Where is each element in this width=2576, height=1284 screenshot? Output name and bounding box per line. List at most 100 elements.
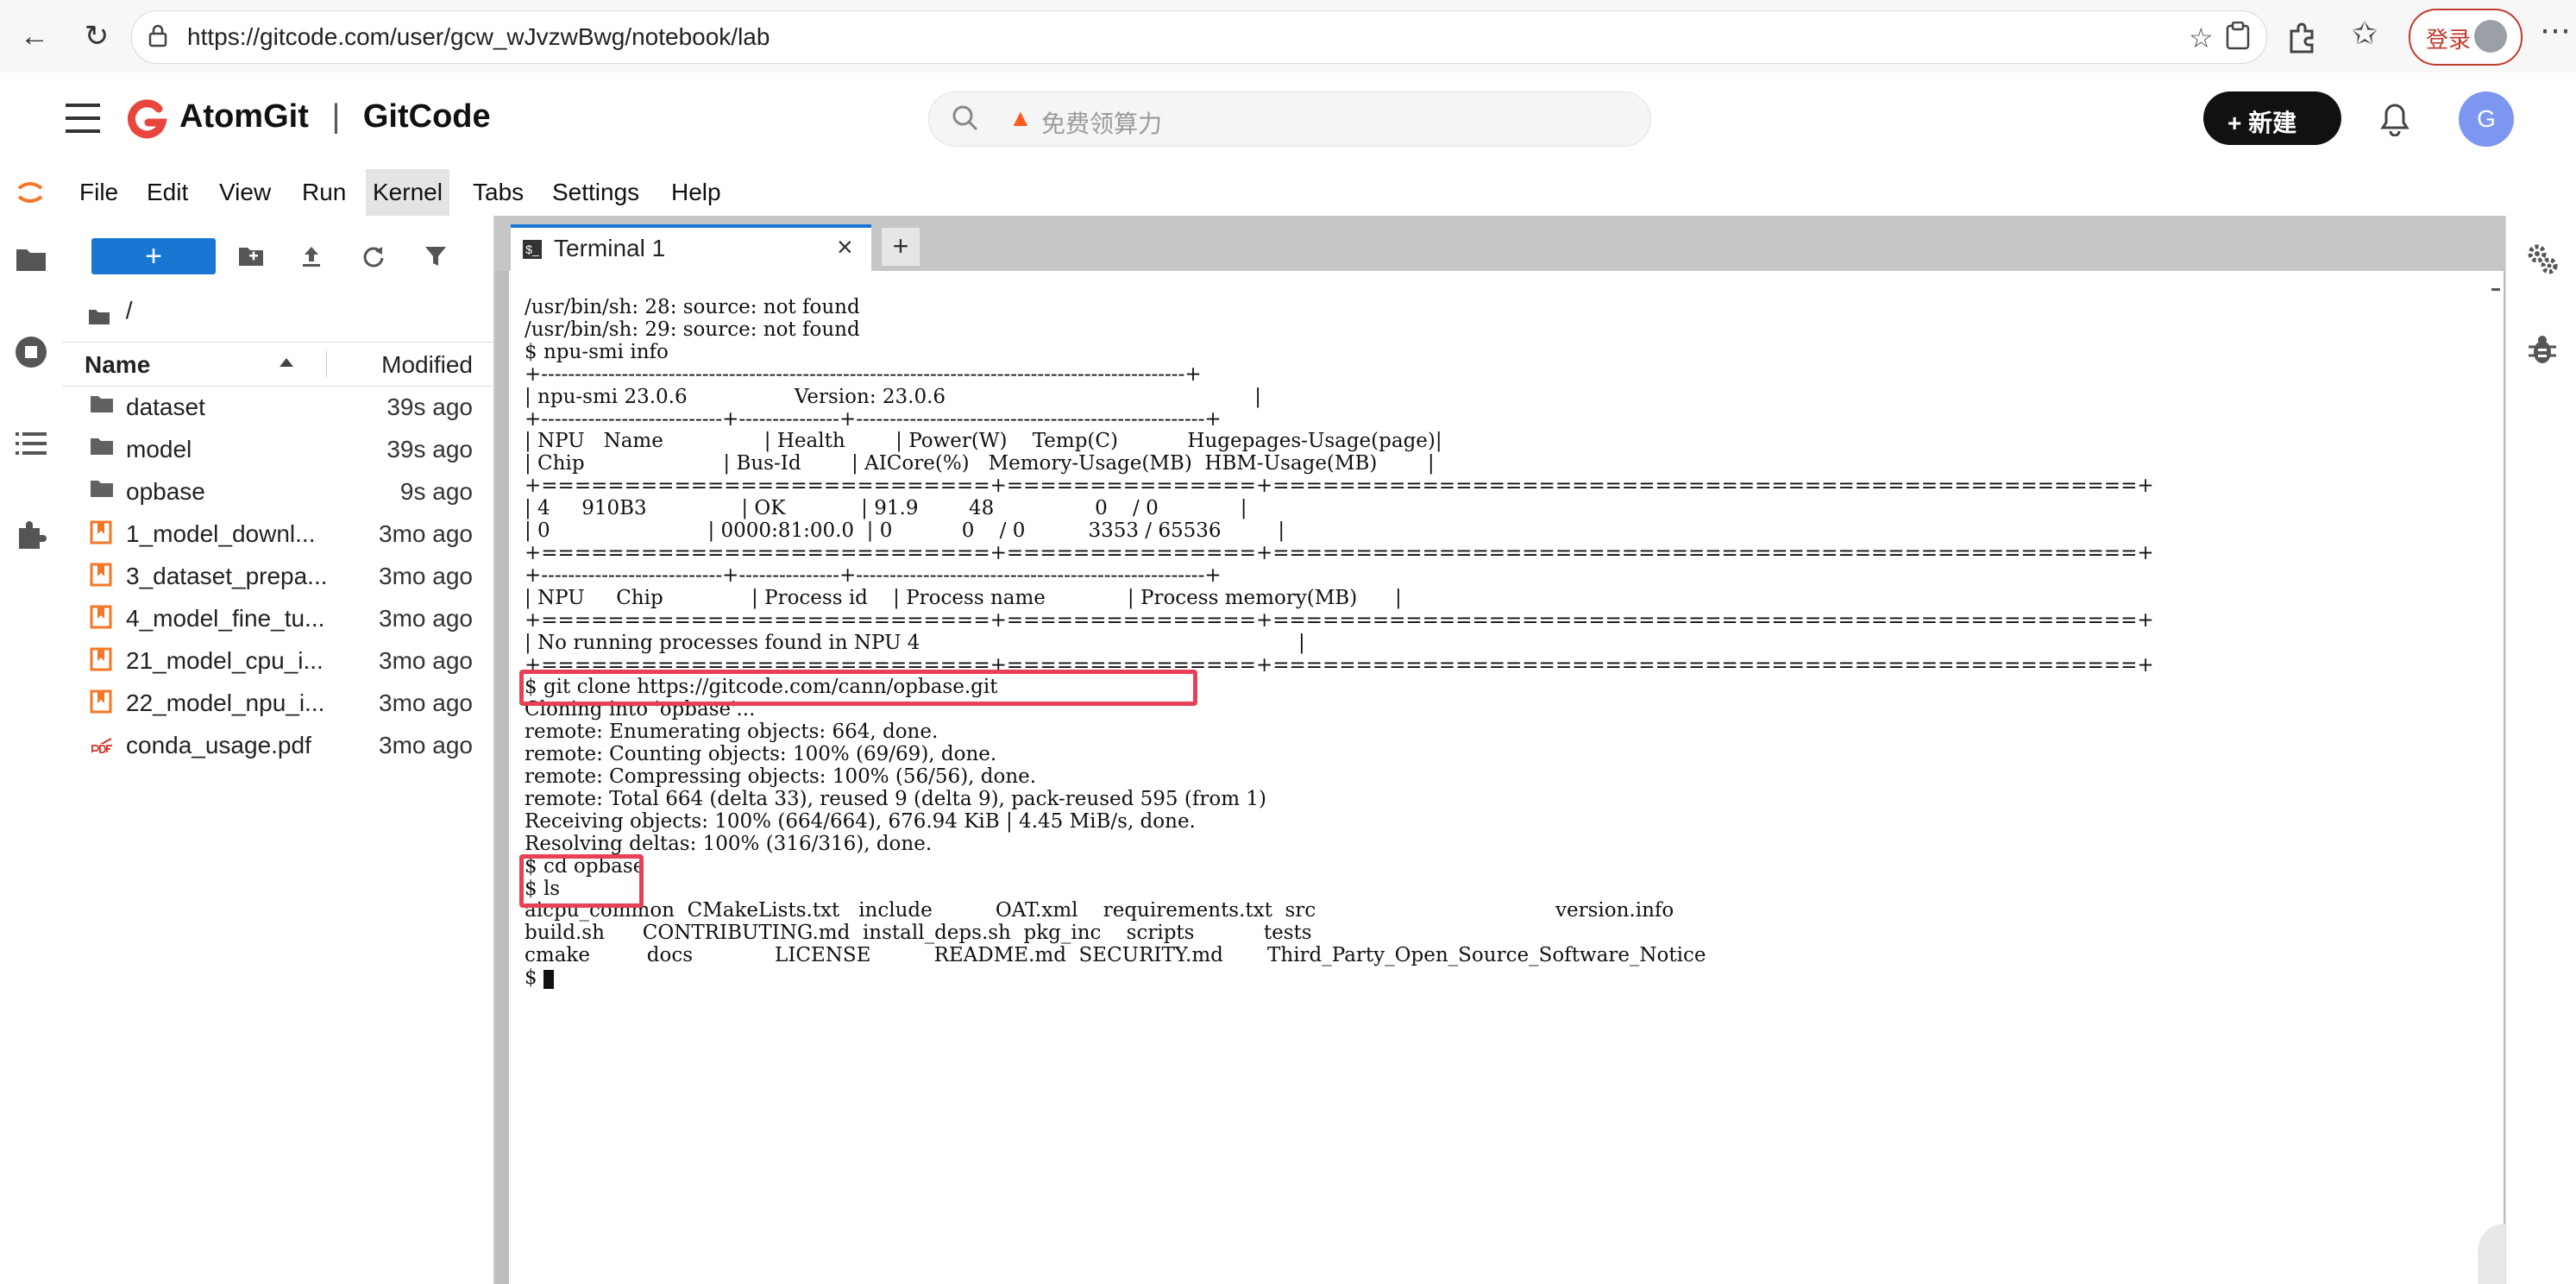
file-modified: 3mo ago <box>379 605 473 632</box>
notebook-icon <box>90 520 114 544</box>
debugger-bug-icon[interactable] <box>2527 333 2558 368</box>
column-name-header[interactable]: Name <box>85 351 150 379</box>
menu-edit[interactable]: Edit <box>140 169 195 216</box>
extensions-puzzle-icon[interactable] <box>14 518 48 552</box>
new-button[interactable]: + 新建 <box>2203 91 2341 145</box>
folder-icon[interactable] <box>14 242 48 276</box>
file-name: dataset <box>126 393 205 420</box>
terminal-output[interactable]: /usr/bin/sh: 28: source: not found /usr/… <box>525 296 2154 990</box>
file-modified: 3mo ago <box>379 732 473 758</box>
file-name: 21_model_cpu_i... <box>126 647 324 674</box>
tab-title: Terminal 1 <box>554 235 666 261</box>
file-name: model <box>126 436 192 463</box>
login-label: 登录 <box>2426 27 2472 53</box>
document-tab-bar: $_ Terminal 1 × + <box>495 216 2505 276</box>
file-name: conda_usage.pdf <box>126 732 311 758</box>
close-tab-icon[interactable]: × <box>837 231 853 263</box>
upload-icon[interactable] <box>295 240 328 273</box>
corner-widget <box>2478 1224 2505 1284</box>
url-text[interactable]: https://gitcode.com/user/gcw_wJvzwBwg/no… <box>187 23 770 51</box>
site-info-icon[interactable] <box>148 23 168 47</box>
menu-run[interactable]: Run <box>295 169 353 216</box>
sort-ascending-icon <box>280 358 293 367</box>
column-modified-header[interactable]: Modified <box>381 351 473 379</box>
new-button-label: + 新建 <box>2227 110 2297 136</box>
table-of-contents-icon[interactable] <box>14 426 48 461</box>
file-modified: 39s ago <box>386 436 473 463</box>
highlight-git-clone <box>519 670 1197 706</box>
folder-icon <box>90 393 114 418</box>
scrollbar-thumb[interactable] <box>2491 288 2500 291</box>
address-bar[interactable]: https://gitcode.com/user/gcw_wJvzwBwg/no… <box>131 10 2267 64</box>
tab-terminal-1[interactable]: $_ Terminal 1 × <box>511 224 871 276</box>
reload-icon[interactable]: ↻ <box>72 12 121 60</box>
logo-primary: AtomGit <box>179 98 309 135</box>
filter-icon[interactable] <box>419 240 452 273</box>
refresh-icon[interactable] <box>357 240 390 273</box>
profile-avatar-icon <box>2474 20 2507 53</box>
menu-settings[interactable]: Settings <box>545 169 646 216</box>
left-activity-bar <box>0 216 63 1284</box>
highlight-cd-ls <box>519 854 644 908</box>
column-divider <box>326 351 327 377</box>
file-row[interactable]: 4_model_fine_tu... 3mo ago <box>62 596 493 639</box>
favorite-star-icon[interactable]: ☆ <box>2189 22 2214 54</box>
file-name: 1_model_downl... <box>126 520 316 547</box>
file-list-header: Name Modified <box>62 342 493 387</box>
hamburger-menu-icon[interactable] <box>66 98 100 138</box>
new-folder-icon[interactable] <box>235 240 267 273</box>
file-row[interactable]: opbase 9s ago <box>62 469 493 512</box>
terminal-cursor <box>543 970 554 990</box>
clipboard-icon[interactable] <box>2225 21 2251 51</box>
file-modified: 3mo ago <box>379 689 473 716</box>
file-row[interactable]: 22_model_npu_i... 3mo ago <box>62 681 493 723</box>
running-sessions-icon[interactable] <box>14 335 48 369</box>
file-row[interactable]: model 39s ago <box>62 427 493 469</box>
file-modified: 9s ago <box>399 478 473 505</box>
menu-file[interactable]: File <box>72 169 125 216</box>
file-row[interactable]: 21_model_cpu_i... 3mo ago <box>62 639 493 681</box>
file-browser-panel: + / Name Modified dataset 39s ago model … <box>62 216 495 1284</box>
file-name: 3_dataset_prepa... <box>126 563 328 589</box>
site-header: AtomGit | GitCode ▲ 免费领算力 + 新建 G <box>0 72 2576 170</box>
menu-kernel[interactable]: Kernel <box>366 169 449 216</box>
right-activity-bar <box>2505 216 2576 1284</box>
back-icon[interactable]: ← <box>10 12 59 60</box>
property-inspector-gears-icon[interactable] <box>2525 242 2560 276</box>
search-icon <box>952 104 979 132</box>
file-modified: 3mo ago <box>379 647 473 674</box>
menu-view[interactable]: View <box>212 169 278 216</box>
notebook-icon <box>90 689 114 714</box>
logo-secondary: GitCode <box>362 98 491 135</box>
menu-tabs[interactable]: Tabs <box>466 169 531 216</box>
notebook-icon <box>90 563 114 587</box>
extensions-icon[interactable] <box>2284 19 2319 54</box>
file-row[interactable]: 3_dataset_prepa... 3mo ago <box>62 554 493 596</box>
add-tab-button[interactable]: + <box>882 228 920 266</box>
fire-icon: ▲ <box>1008 104 1033 131</box>
file-name: 4_model_fine_tu... <box>126 605 325 632</box>
file-row[interactable]: 1_model_downl... 3mo ago <box>62 512 493 554</box>
folder-icon <box>90 478 114 502</box>
jupyter-logo-icon <box>16 178 45 207</box>
breadcrumb-folder-icon[interactable] <box>88 304 110 324</box>
menu-help[interactable]: Help <box>664 169 728 216</box>
file-row[interactable]: dataset 39s ago <box>62 385 493 427</box>
more-options-icon[interactable]: ⋯ <box>2540 12 2571 48</box>
notification-bell-icon[interactable] <box>2379 102 2410 137</box>
file-name: opbase <box>126 478 205 505</box>
terminal-panel[interactable]: /usr/bin/sh: 28: source: not found /usr/… <box>509 271 2505 1284</box>
jupyter-menu-bar: File Edit View Run Kernel Tabs Settings … <box>0 169 2576 217</box>
user-avatar[interactable]: G <box>2459 91 2514 147</box>
file-row[interactable]: conda_usage.pdf 3mo ago <box>62 723 493 765</box>
favorites-icon[interactable]: ✩ <box>2352 16 2378 52</box>
file-modified: 3mo ago <box>379 520 473 547</box>
breadcrumb-path[interactable]: / <box>126 297 133 324</box>
login-button[interactable]: 登录 <box>2409 9 2523 66</box>
new-launcher-button[interactable]: + <box>91 238 216 274</box>
file-name: 22_model_npu_i... <box>126 689 325 716</box>
gitcode-logo-icon[interactable] <box>124 97 169 142</box>
notebook-icon <box>90 605 114 629</box>
site-logo-text[interactable]: AtomGit | GitCode <box>179 98 491 135</box>
search-box[interactable]: ▲ 免费领算力 <box>928 91 1651 147</box>
